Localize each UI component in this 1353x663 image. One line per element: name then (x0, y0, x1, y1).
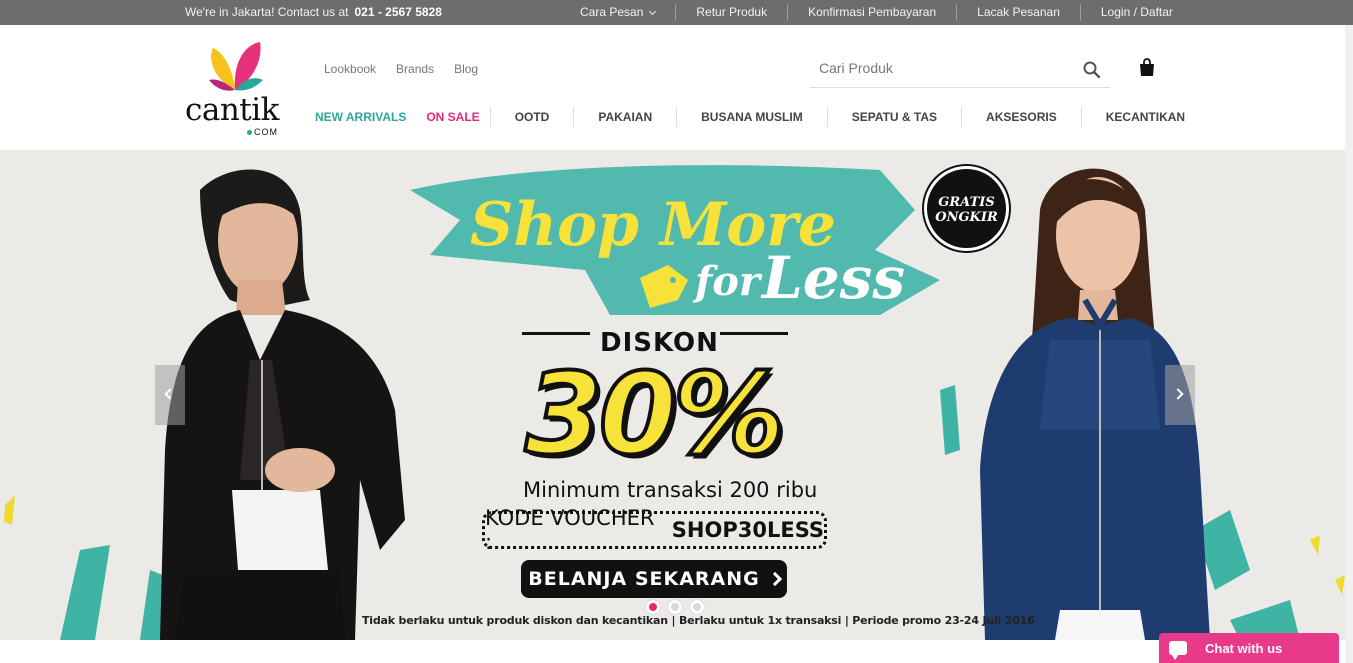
search-icon[interactable] (1083, 61, 1100, 78)
headline-less: Less (760, 244, 905, 312)
chevron-right-icon (767, 571, 782, 587)
minimum-transaction: Minimum transaksi 200 ribu (523, 478, 818, 502)
carousel-next-button[interactable] (1165, 365, 1195, 425)
contact-info: We're in Jakarta! Contact us at 021 - 256… (185, 5, 442, 19)
contact-phone[interactable]: 021 - 2567 5828 (354, 5, 441, 19)
carousel-prev-button[interactable] (155, 365, 185, 425)
main-nav: NEW ARRIVALS ON SALE OOTD PAKAIAN BUSANA… (303, 106, 1209, 128)
nav-new-arrivals[interactable]: NEW ARRIVALS (303, 107, 416, 127)
nav-sepatu-tas[interactable]: SEPATU & TAS (828, 107, 963, 127)
contact-text: We're in Jakarta! Contact us at (185, 5, 349, 19)
search-input[interactable] (810, 51, 1060, 85)
shop-now-button[interactable]: BELANJA SEKARANG (521, 560, 787, 598)
divider (522, 332, 590, 335)
left-model-image (160, 169, 405, 640)
chat-widget-button[interactable]: Chat with us (1159, 633, 1339, 663)
divider (720, 332, 788, 335)
carousel-dot-3[interactable] (690, 600, 704, 614)
top-links: Cara Pesan Retur Produk Konfirmasi Pemba… (560, 0, 1193, 25)
chat-label: Chat with us (1205, 640, 1283, 656)
gratis-ongkir-badge: GRATIS ONGKIR (924, 166, 1009, 251)
top-bar: We're in Jakarta! Contact us at 021 - 256… (0, 0, 1353, 25)
badge-line-2: ONGKIR (935, 210, 998, 225)
brush-stroke (940, 385, 960, 455)
chat-bubble-icon (1169, 641, 1187, 660)
cantik-logo[interactable]: cantik COM (183, 40, 293, 140)
konfirmasi-pembayaran-link[interactable]: Konfirmasi Pembayaran (788, 4, 958, 21)
subnav-lookbook[interactable]: Lookbook (324, 62, 376, 76)
voucher-code: SHOP30LESS (671, 518, 824, 542)
subnav-brands[interactable]: Brands (396, 62, 434, 76)
site-header: cantik COM Lookbook Brands Blog NEW ARRI… (0, 25, 1353, 150)
secondary-nav: Lookbook Brands Blog (324, 62, 478, 76)
chevron-left-icon (164, 388, 176, 400)
subnav-blog[interactable]: Blog (454, 62, 478, 76)
page-scrollbar[interactable] (1345, 25, 1353, 663)
nav-kecantikan[interactable]: KECANTIKAN (1082, 107, 1209, 127)
search-box (810, 51, 1110, 88)
nav-ootd[interactable]: OOTD (491, 107, 575, 127)
paint-splash (1310, 535, 1320, 555)
nav-busana-muslim[interactable]: BUSANA MUSLIM (677, 107, 828, 127)
nav-pakaian[interactable]: PAKAIAN (574, 107, 678, 127)
login-daftar-link[interactable]: Login / Daftar (1081, 4, 1193, 21)
chevron-right-icon (1172, 388, 1184, 400)
logo-suffix: COM (247, 127, 278, 137)
brush-stroke (60, 545, 110, 640)
hero-banner[interactable]: Shop More for Less GRATIS ONGKIR DISKON … (0, 150, 1353, 640)
nav-on-sale[interactable]: ON SALE (416, 107, 491, 127)
carousel-dots (646, 600, 704, 614)
butterfly-logo-icon (209, 42, 263, 91)
nav-aksesoris[interactable]: AKSESORIS (962, 107, 1082, 127)
retur-produk-link[interactable]: Retur Produk (676, 4, 789, 21)
paint-splash (4, 495, 15, 525)
carousel-dot-2[interactable] (668, 600, 682, 614)
headline-for: for (692, 258, 763, 305)
logo-wordmark: cantik (185, 92, 279, 128)
shopping-bag-icon[interactable] (1139, 58, 1155, 76)
cara-pesan-link[interactable]: Cara Pesan (560, 4, 677, 21)
shop-now-label: BELANJA SEKARANG (528, 568, 760, 590)
promo-terms: Tidak berlaku untuk produk diskon dan ke… (362, 614, 1035, 627)
chevron-down-icon (649, 7, 657, 15)
carousel-dot-1[interactable] (646, 600, 660, 614)
lacak-pesanan-link[interactable]: Lacak Pesanan (957, 4, 1081, 21)
discount-percent: 30% (523, 348, 787, 482)
badge-line-1: GRATIS (938, 195, 995, 210)
paint-splash (1335, 575, 1345, 595)
voucher-label: KODE VOUCHER : (485, 506, 655, 554)
voucher-code-box: KODE VOUCHER : SHOP30LESS (482, 506, 827, 554)
